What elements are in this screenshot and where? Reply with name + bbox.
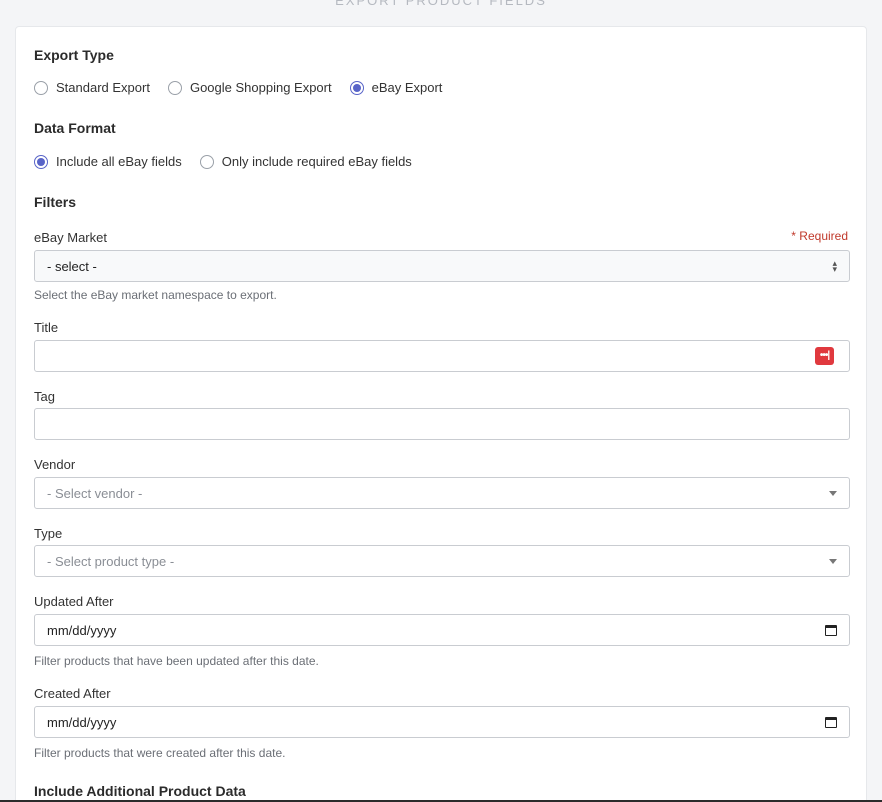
updated-after-date-input[interactable]: mm/dd/yyyy xyxy=(34,614,850,646)
title-input[interactable]: •••| xyxy=(34,340,850,372)
additional-data-title: Include Additional Product Data xyxy=(34,783,246,799)
updated-after-label: Updated After xyxy=(34,594,114,609)
page-heading: EXPORT PRODUCT FIELDS xyxy=(335,0,547,8)
type-label: Type xyxy=(34,526,63,541)
radio-label: Include all eBay fields xyxy=(56,154,182,169)
vendor-select[interactable]: - Select vendor - xyxy=(34,477,850,509)
ebay-market-help: Select the eBay market namespace to expo… xyxy=(34,288,277,302)
radio-circle[interactable] xyxy=(167,80,182,95)
export-type-title: Export Type xyxy=(34,47,114,63)
export-form-card: Export Type Standard Export Google Shopp… xyxy=(15,26,867,802)
radio-label: Google Shopping Export xyxy=(189,80,332,95)
ebay-market-label: eBay Market xyxy=(34,230,107,245)
radio-ebay-export[interactable]: eBay Export xyxy=(349,80,443,95)
created-after-help: Filter products that were created after … xyxy=(34,746,286,760)
radio-include-all-ebay-fields[interactable]: Include all eBay fields xyxy=(34,154,182,169)
ebay-market-select[interactable]: - select - ▴ ▾ xyxy=(34,250,850,282)
radio-circle-checked[interactable] xyxy=(34,154,48,169)
calendar-icon[interactable] xyxy=(825,716,837,728)
radio-circle[interactable] xyxy=(199,154,214,169)
radio-only-required-ebay-fields[interactable]: Only include required eBay fields xyxy=(199,154,412,169)
radio-standard-export[interactable]: Standard Export xyxy=(34,80,150,95)
vendor-placeholder: - Select vendor - xyxy=(47,485,143,501)
tag-label: Tag xyxy=(34,389,55,404)
title-label: Title xyxy=(34,320,59,335)
data-format-radio-group: Include all eBay fields Only include req… xyxy=(34,154,430,169)
radio-circle-checked[interactable] xyxy=(349,80,364,95)
required-indicator: * Required xyxy=(791,229,848,243)
password-manager-icon[interactable]: •••| xyxy=(815,347,834,365)
radio-label: eBay Export xyxy=(371,80,443,95)
ebay-market-selected-value: - select - xyxy=(47,258,97,274)
radio-label: Standard Export xyxy=(56,80,150,95)
created-after-value: mm/dd/yyyy xyxy=(47,714,117,730)
updated-after-help: Filter products that have been updated a… xyxy=(34,654,319,668)
caret-down-icon xyxy=(829,490,837,496)
product-type-select[interactable]: - Select product type - xyxy=(34,545,850,577)
calendar-icon[interactable] xyxy=(825,624,837,636)
updated-after-value: mm/dd/yyyy xyxy=(47,622,117,638)
tag-input[interactable] xyxy=(34,408,850,440)
caret-down-icon xyxy=(829,558,837,564)
radio-label: Only include required eBay fields xyxy=(221,154,412,169)
data-format-title: Data Format xyxy=(34,120,116,136)
radio-google-shopping-export[interactable]: Google Shopping Export xyxy=(167,80,332,95)
product-type-placeholder: - Select product type - xyxy=(47,553,175,569)
updown-arrows-icon: ▴ ▾ xyxy=(832,258,837,274)
export-type-radio-group: Standard Export Google Shopping Export e… xyxy=(34,80,460,95)
created-after-date-input[interactable]: mm/dd/yyyy xyxy=(34,706,850,738)
vendor-label: Vendor xyxy=(34,457,76,472)
filters-title: Filters xyxy=(34,194,77,210)
radio-circle[interactable] xyxy=(34,80,48,95)
created-after-label: Created After xyxy=(34,686,111,701)
